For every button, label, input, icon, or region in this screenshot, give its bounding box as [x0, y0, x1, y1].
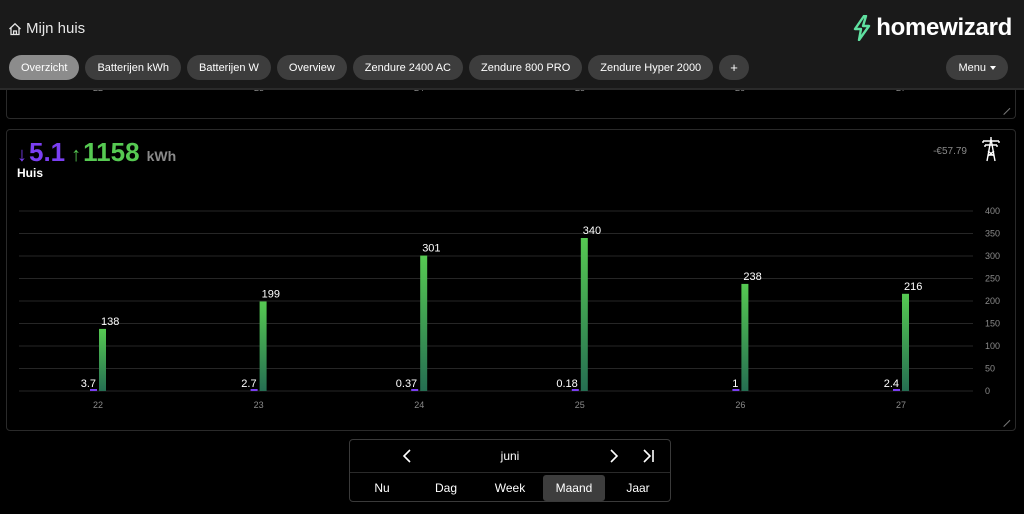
mode-jaar[interactable]: Jaar: [607, 475, 669, 501]
mode-nu[interactable]: Nu: [351, 475, 413, 501]
date-control: juni Nu Dag Week Maand Jaar: [349, 439, 671, 502]
x-tick-label: 24: [414, 400, 424, 410]
x-label: 22: [93, 90, 103, 93]
tab-batterijen-kwh[interactable]: Batterijen kWh: [85, 55, 181, 80]
mode-dag[interactable]: Dag: [415, 475, 477, 501]
export-value-label: 238: [743, 271, 761, 283]
lightning-logo-icon: [854, 15, 871, 41]
export-value-label: 301: [422, 243, 440, 255]
import-value-label: 0.37: [396, 378, 417, 390]
y-tick-label: 400: [985, 206, 1000, 216]
y-tick-label: 50: [985, 364, 995, 374]
export-bar: [420, 255, 428, 391]
tab-zendure-800-pro[interactable]: Zendure 800 PRO: [469, 55, 583, 80]
bar-chart: 0 50 100 150 200 250 300 350 400 3.7 138 22 2.7 199 23…: [19, 206, 1000, 410]
next-period-button[interactable]: [603, 446, 623, 466]
x-tick-label: 22: [93, 400, 103, 410]
x-tick-label: 27: [896, 400, 906, 410]
top-bar: Mijn huis homewizard Overzicht Batterije…: [0, 0, 1024, 90]
add-tab-button[interactable]: +: [719, 55, 749, 80]
export-value-label: 340: [583, 225, 601, 237]
house-icon: [9, 22, 21, 35]
chevron-left-icon: [402, 449, 411, 463]
brand-logo: homewizard: [852, 14, 1012, 42]
export-value-label: 138: [101, 316, 119, 328]
menu-button[interactable]: Menu: [946, 55, 1008, 80]
import-value-label: 2.7: [241, 378, 256, 390]
skip-to-end-icon: [643, 449, 654, 463]
previous-card: 22 23 24 25 26 27: [6, 90, 1016, 119]
x-label: 25: [575, 90, 585, 93]
x-label: 23: [254, 90, 264, 93]
mode-week[interactable]: Week: [479, 475, 541, 501]
export-bar: [741, 283, 749, 391]
period-label: juni: [500, 449, 520, 463]
x-tick-label: 26: [735, 400, 745, 410]
y-tick-label: 200: [985, 296, 1000, 306]
x-tick-label: 23: [254, 400, 264, 410]
tab-bar: Overzicht Batterijen kWh Batterijen W Ov…: [9, 55, 749, 80]
menu-label: Menu: [958, 61, 986, 74]
import-value-label: 2.4: [884, 378, 899, 390]
y-tick-label: 250: [985, 274, 1000, 284]
export-value-label: 199: [262, 288, 280, 300]
latest-period-button[interactable]: [638, 446, 658, 466]
tab-overview[interactable]: Overview: [276, 55, 347, 80]
period-navigator: juni: [350, 440, 670, 473]
export-bar: [580, 238, 588, 391]
x-tick-label: 25: [575, 400, 585, 410]
import-value-label: 3.7: [81, 378, 96, 390]
home-label: Mijn huis: [26, 20, 86, 37]
tab-zendure-2400-ac[interactable]: Zendure 2400 AC: [352, 55, 463, 80]
energy-card: ↓ 5.1 ↑ 1158 kWh Huis -€57.79 0 50 100 150 2…: [6, 129, 1016, 431]
previous-period-button[interactable]: [398, 446, 418, 466]
resize-handle[interactable]: [1004, 420, 1011, 427]
x-label: 24: [414, 90, 424, 93]
export-bar: [259, 301, 267, 391]
x-label: 26: [735, 90, 745, 93]
import-value-label: 0.18: [556, 378, 577, 390]
y-tick-label: 150: [985, 319, 1000, 329]
import-value-label: 1: [732, 378, 738, 390]
y-tick-label: 100: [985, 341, 1000, 351]
export-bar: [99, 328, 106, 391]
y-tick-label: 0: [985, 386, 990, 396]
tab-batterijen-w[interactable]: Batterijen W: [187, 55, 271, 80]
export-value-label: 216: [904, 281, 922, 293]
chevron-right-icon: [610, 449, 619, 463]
x-label: 27: [896, 90, 906, 93]
y-tick-label: 350: [985, 229, 1000, 239]
export-bar: [902, 293, 909, 391]
tab-zendure-hyper-2000[interactable]: Zendure Hyper 2000: [588, 55, 714, 80]
mode-selector: Nu Dag Week Maand Jaar: [350, 475, 670, 501]
caret-down-icon: [990, 65, 996, 70]
mode-maand[interactable]: Maand: [543, 475, 605, 501]
tab-overzicht[interactable]: Overzicht: [9, 55, 80, 80]
home-link[interactable]: Mijn huis: [8, 20, 85, 37]
brand-name: homewizard: [876, 14, 1012, 41]
y-tick-label: 300: [985, 251, 1000, 261]
resize-handle[interactable]: [1004, 108, 1011, 115]
